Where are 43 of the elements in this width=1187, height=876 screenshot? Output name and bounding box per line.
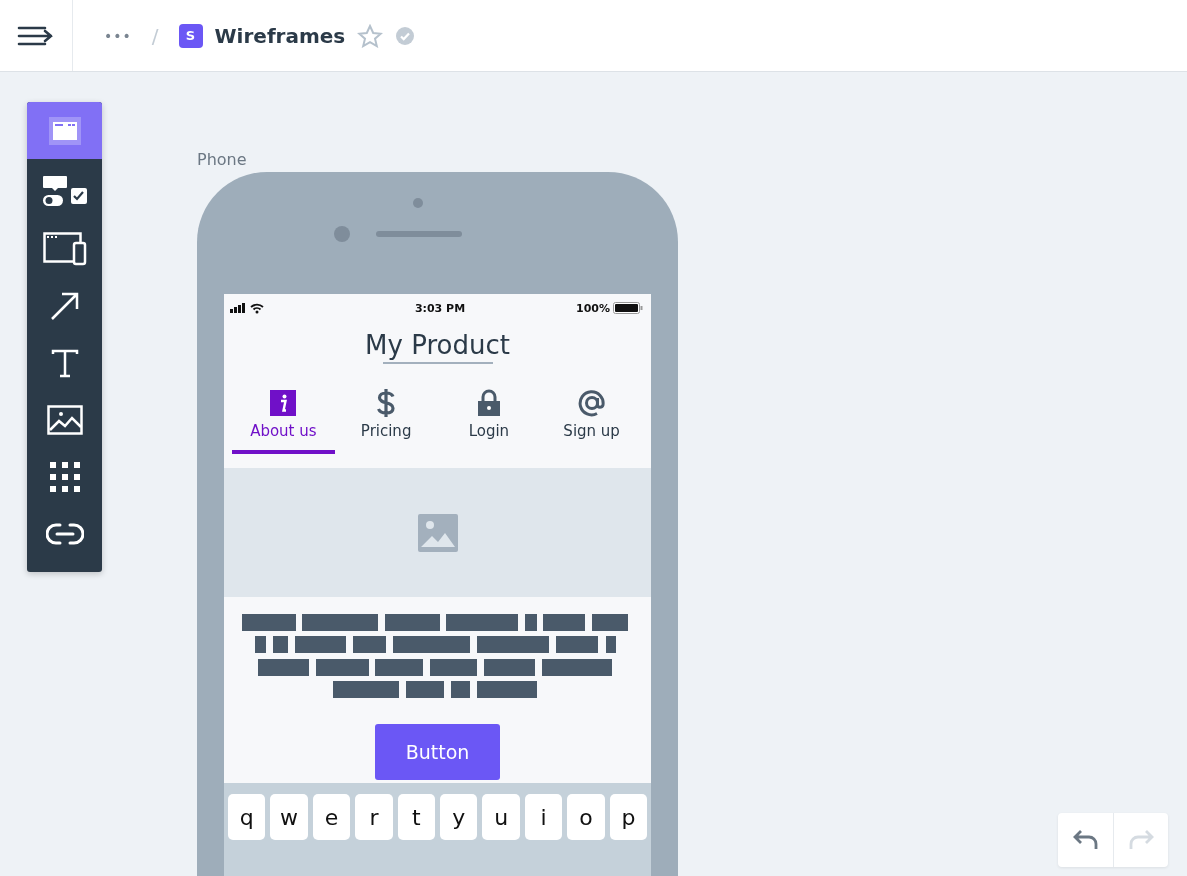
controls-icon	[41, 174, 88, 209]
image-icon	[46, 404, 83, 435]
keyboard-key[interactable]: t	[397, 794, 436, 840]
dollar-icon	[376, 388, 397, 418]
lock-icon	[476, 389, 501, 417]
keyboard-key[interactable]: o	[567, 794, 605, 840]
nav-tab[interactable]: About us	[232, 388, 335, 454]
screen-icon	[47, 115, 82, 146]
keyboard-key[interactable]: u	[482, 794, 520, 840]
battery-icon	[613, 302, 643, 314]
keyboard-key[interactable]: e	[312, 794, 351, 840]
redo-icon	[1128, 829, 1154, 851]
info-icon	[270, 390, 297, 416]
signal-icon	[230, 302, 266, 314]
keyboard-key[interactable]: i	[524, 794, 563, 840]
nav-tab[interactable]: Login	[437, 388, 541, 454]
breadcrumb-separator: /	[151, 23, 159, 48]
project-title[interactable]: Wireframes	[214, 23, 346, 48]
link-icon	[45, 521, 84, 546]
devices-icon	[42, 231, 87, 266]
verified-icon	[395, 25, 416, 46]
keyboard-key[interactable]: q	[228, 794, 266, 840]
undo-icon	[1072, 829, 1099, 851]
keyboard-key[interactable]: y	[440, 794, 478, 840]
text-icon	[50, 347, 79, 378]
image-icon	[417, 513, 458, 552]
keyboard-key[interactable]: r	[355, 794, 393, 840]
primary-button[interactable]: Button	[375, 724, 500, 780]
keyboard-key[interactable]: w	[270, 794, 308, 840]
status-time: 3:03 PM	[414, 301, 466, 315]
menu-icon[interactable]	[17, 24, 55, 47]
project-badge: S	[178, 23, 203, 48]
battery-percentage: 100%	[576, 301, 610, 315]
more-button[interactable]: •••	[104, 27, 132, 44]
nav-tab[interactable]: Pricing	[334, 388, 438, 454]
nav-tab[interactable]: Sign up	[540, 388, 643, 454]
keyboard-key[interactable]: p	[609, 794, 648, 840]
at-icon	[577, 389, 606, 417]
star-icon[interactable]	[357, 23, 384, 48]
arrow-icon	[49, 290, 80, 321]
grid-icon	[48, 460, 81, 493]
app-title: My Product	[365, 330, 510, 360]
frame-label: Phone	[197, 150, 248, 171]
